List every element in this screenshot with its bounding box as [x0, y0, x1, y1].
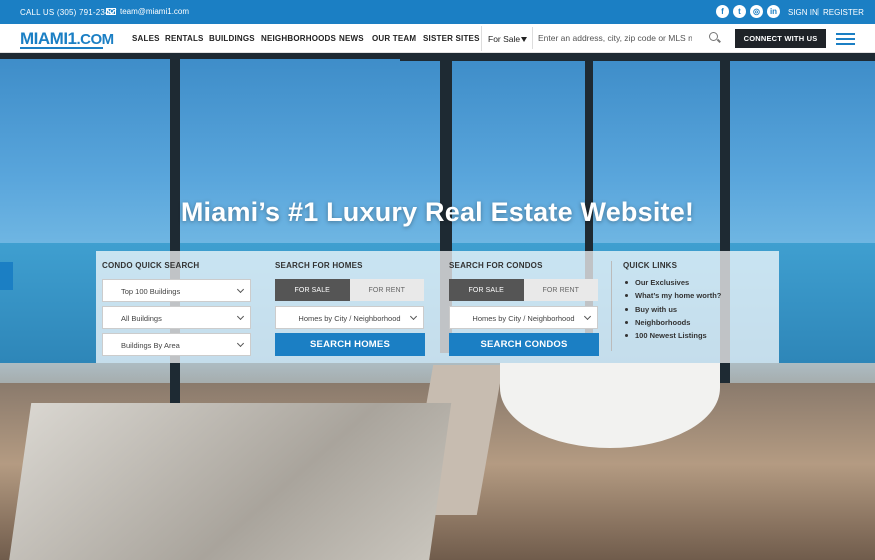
link-separator: |	[817, 7, 820, 16]
chevron-down-icon	[583, 312, 592, 321]
nav-rentals[interactable]: RENTALS	[165, 34, 204, 43]
condo-quick-search-title: CONDO QUICK SEARCH	[102, 261, 200, 270]
quick-links-list: Our Exclusives What’s my home worth? Buy…	[623, 278, 721, 344]
condos-for-rent-tab[interactable]: FOR RENT	[523, 279, 598, 301]
search-homes-title: SEARCH FOR HOMES	[275, 261, 363, 270]
hamburger-menu-icon[interactable]	[836, 33, 855, 45]
chevron-down-icon	[236, 312, 245, 321]
search-input[interactable]	[532, 27, 692, 49]
quick-links-divider	[611, 261, 612, 351]
sign-in-link[interactable]: SIGN IN	[788, 8, 818, 17]
nav-our-team[interactable]: OUR TEAM	[372, 34, 416, 43]
condos-for-sale-tab[interactable]: FOR SALE	[449, 279, 524, 301]
homes-for-rent-tab[interactable]: FOR RENT	[349, 279, 424, 301]
nav-buildings[interactable]: BUILDINGS	[209, 34, 255, 43]
condos-city-select[interactable]: Homes by City / Neighborhood	[449, 306, 598, 329]
nav-news[interactable]: NEWS	[339, 34, 364, 43]
select-value: Buildings By Area	[121, 341, 180, 350]
select-value: All Buildings	[121, 314, 162, 323]
logo-text: MIAMI	[20, 29, 68, 48]
twitter-icon[interactable]: t	[733, 5, 746, 18]
listing-type-value: For Sale	[488, 34, 521, 44]
top-100-buildings-select[interactable]: Top 100 Buildings	[102, 279, 251, 302]
quick-link-newest-listings[interactable]: 100 Newest Listings	[623, 331, 721, 344]
main-header: MIAMI1.COM SALES RENTALS BUILDINGS NEIGH…	[0, 24, 875, 53]
logo-domain: .COM	[76, 31, 115, 48]
top-bar: CALL US (305) 791-2349 team@miami1.com f…	[0, 0, 875, 24]
connect-with-us-button[interactable]: CONNECT WITH US	[735, 29, 826, 48]
condos-sale-rent-toggle: FOR SALE FOR RENT	[449, 279, 598, 301]
side-chat-tab[interactable]	[0, 262, 13, 290]
select-value: Homes by City / Neighborhood	[298, 314, 401, 323]
search-icon[interactable]	[709, 32, 718, 41]
envelope-icon	[106, 8, 116, 15]
register-link[interactable]: REGISTER	[823, 8, 864, 17]
all-buildings-select[interactable]: All Buildings	[102, 306, 251, 329]
chevron-down-icon	[236, 339, 245, 348]
linkedin-icon[interactable]: in	[767, 5, 780, 18]
select-value: Top 100 Buildings	[121, 287, 181, 296]
social-links: f t ◎ in	[716, 5, 780, 18]
listing-type-dropdown[interactable]: For Sale	[481, 26, 531, 51]
caret-down-icon	[521, 37, 527, 42]
email-text: team@miami1.com	[120, 7, 190, 16]
quick-link-neighborhoods[interactable]: Neighborhoods	[623, 318, 721, 331]
search-condos-button[interactable]: SEARCH CONDOS	[449, 333, 599, 356]
search-condos-title: SEARCH FOR CONDOS	[449, 261, 543, 270]
logo-number: 1	[67, 29, 77, 48]
homes-sale-rent-toggle: FOR SALE FOR RENT	[275, 279, 424, 301]
homes-city-select[interactable]: Homes by City / Neighborhood	[275, 306, 424, 329]
quick-link-home-worth[interactable]: What’s my home worth?	[623, 291, 721, 304]
quick-link-our-exclusives[interactable]: Our Exclusives	[623, 278, 721, 291]
nav-sales[interactable]: SALES	[132, 34, 160, 43]
select-value: Homes by City / Neighborhood	[472, 314, 575, 323]
hero-background-sink	[8, 403, 452, 560]
phone-link[interactable]: CALL US (305) 791-2349	[20, 8, 114, 17]
quick-links-title: QUICK LINKS	[623, 261, 678, 270]
site-logo[interactable]: MIAMI1.COM	[20, 29, 114, 49]
chevron-down-icon	[236, 285, 245, 294]
hero-headline: Miami’s #1 Luxury Real Estate Website!	[180, 197, 695, 227]
nav-neighborhoods[interactable]: NEIGHBORHOODS	[261, 34, 336, 43]
buildings-by-area-select[interactable]: Buildings By Area	[102, 333, 251, 356]
email-link[interactable]: team@miami1.com	[106, 7, 189, 16]
instagram-icon[interactable]: ◎	[750, 5, 763, 18]
search-homes-button[interactable]: SEARCH HOMES	[275, 333, 425, 356]
facebook-icon[interactable]: f	[716, 5, 729, 18]
homes-for-sale-tab[interactable]: FOR SALE	[275, 279, 350, 301]
nav-sister-sites[interactable]: SISTER SITES	[423, 34, 480, 43]
window-frame	[400, 53, 875, 61]
quick-link-buy-with-us[interactable]: Buy with us	[623, 305, 721, 318]
logo-underline	[20, 47, 103, 49]
search-panel: CONDO QUICK SEARCH Top 100 Buildings All…	[96, 251, 779, 363]
chevron-down-icon	[409, 312, 418, 321]
window-frame	[0, 53, 440, 59]
hero-section: Miami’s #1 Luxury Real Estate Website! C…	[0, 53, 875, 560]
